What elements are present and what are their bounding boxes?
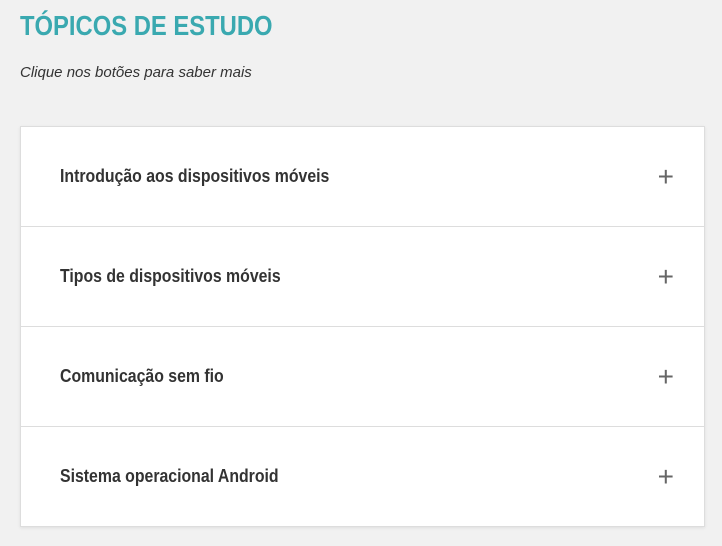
plus-icon[interactable]: + — [658, 161, 674, 193]
plus-icon[interactable]: + — [658, 261, 674, 293]
accordion-item-label: Comunicação sem fio — [60, 366, 224, 386]
accordion-item[interactable]: Introdução aos dispositivos móveis + — [21, 127, 704, 227]
accordion-item[interactable]: Comunicação sem fio + — [21, 327, 704, 427]
plus-icon[interactable]: + — [658, 361, 674, 393]
accordion: Introdução aos dispositivos móveis + Tipo… — [20, 126, 705, 527]
accordion-item-label: Sistema operacional Android — [60, 466, 279, 486]
accordion-item[interactable]: Sistema operacional Android + — [21, 427, 704, 526]
page-title: TÓPICOS DE ESTUDO — [20, 10, 273, 41]
accordion-item-label: Tipos de dispositivos móveis — [60, 266, 281, 286]
page-subtitle: Clique nos botões para saber mais — [20, 64, 252, 81]
accordion-item[interactable]: Tipos de dispositivos móveis + — [21, 227, 704, 327]
accordion-item-label: Introdução aos dispositivos móveis — [60, 166, 330, 186]
plus-icon[interactable]: + — [658, 461, 674, 493]
